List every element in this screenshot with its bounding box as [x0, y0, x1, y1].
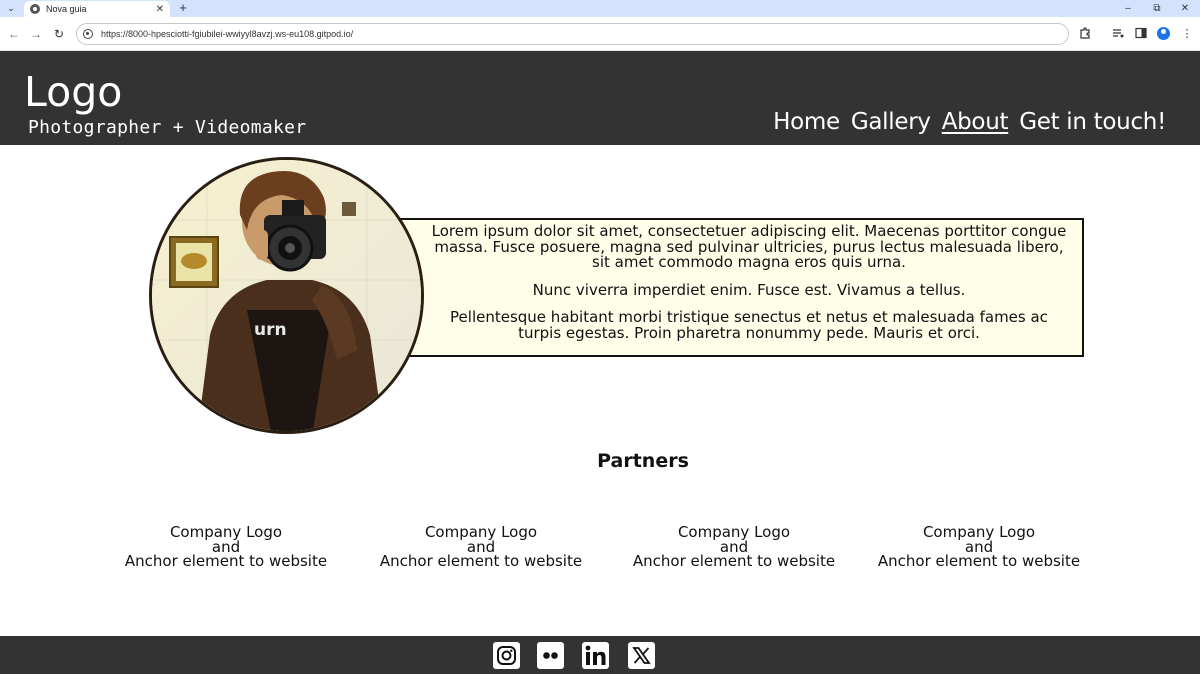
forward-arrow-icon[interactable]: → [28, 26, 44, 42]
partner-item[interactable]: Company Logo and Anchor element to websi… [619, 525, 849, 569]
nav-about[interactable]: About [942, 107, 1009, 137]
partners-heading: Partners [597, 450, 689, 472]
reload-icon[interactable]: ↻ [51, 26, 67, 42]
partner-website-link[interactable]: Anchor element to website [380, 552, 582, 570]
site-tagline: Photographer + Videomaker [28, 117, 307, 138]
nav-home[interactable]: Home [773, 107, 840, 137]
address-bar[interactable]: https://8000-hpesciotti-fgiubilei-wwiyyl… [76, 23, 1069, 45]
flickr-icon[interactable] [537, 642, 564, 669]
extensions-puzzle-icon[interactable] [1078, 27, 1092, 41]
instagram-icon[interactable] [493, 642, 520, 669]
tab-close-icon[interactable]: ✕ [156, 4, 164, 15]
svg-text:urn: urn [254, 320, 287, 340]
nav-get-in-touch[interactable]: Get in touch! [1019, 107, 1166, 137]
site-header: Logo Photographer + Videomaker Home Gall… [0, 51, 1200, 145]
site-info-icon[interactable] [83, 29, 93, 39]
partner-website-link[interactable]: Anchor element to website [878, 552, 1080, 570]
tab-search-chevron-icon[interactable]: ⌄ [4, 2, 18, 15]
about-paragraph: Pellentesque habitant morbi tristique se… [450, 308, 1048, 342]
partner-item[interactable]: Company Logo and Anchor element to websi… [111, 525, 341, 569]
nav-gallery[interactable]: Gallery [851, 107, 931, 137]
media-queue-icon[interactable] [1111, 27, 1125, 41]
back-arrow-icon[interactable]: ← [6, 26, 22, 42]
site-footer [0, 636, 1200, 674]
browser-toolbar: ← → ↻ https://8000-hpesciotti-fgiubilei-… [0, 17, 1200, 51]
browser-tabstrip: ⌄ Nova guia ✕ + – ⧉ ✕ [0, 0, 1200, 17]
tab-title: Nova guia [46, 4, 87, 14]
restore-icon[interactable]: ⧉ [1150, 2, 1164, 15]
partner-item[interactable]: Company Logo and Anchor element to websi… [366, 525, 596, 569]
browser-tab[interactable]: Nova guia ✕ [24, 1, 170, 17]
side-panel-icon[interactable] [1134, 27, 1148, 41]
url-text: https://8000-hpesciotti-fgiubilei-wwiyyl… [101, 29, 354, 39]
profile-photo: urn [149, 157, 424, 434]
logo-block[interactable]: Logo Photographer + Videomaker [24, 69, 306, 138]
minimize-icon[interactable]: – [1121, 2, 1135, 15]
chrome-favicon-icon [30, 4, 40, 14]
x-twitter-icon[interactable] [628, 642, 655, 669]
new-tab-plus-icon[interactable]: + [176, 1, 190, 15]
about-paragraph: Nunc viverra imperdiet enim. Fusce est. … [532, 280, 966, 299]
partner-website-link[interactable]: Anchor element to website [125, 552, 327, 570]
partner-item[interactable]: Company Logo and Anchor element to websi… [864, 525, 1094, 569]
about-text-box: Lorem ipsum dolor sit amet, consectetuer… [398, 218, 1084, 357]
kebab-menu-icon[interactable]: ⋮ [1180, 27, 1194, 41]
about-paragraph: Lorem ipsum dolor sit amet, consectetuer… [431, 222, 1067, 272]
linkedin-icon[interactable] [582, 642, 609, 669]
main-nav: Home Gallery About Get in touch! [773, 107, 1166, 137]
partner-website-link[interactable]: Anchor element to website [633, 552, 835, 570]
profile-avatar-icon[interactable] [1157, 27, 1170, 40]
site-logo[interactable]: Logo [24, 69, 306, 115]
window-close-icon[interactable]: ✕ [1178, 2, 1192, 15]
